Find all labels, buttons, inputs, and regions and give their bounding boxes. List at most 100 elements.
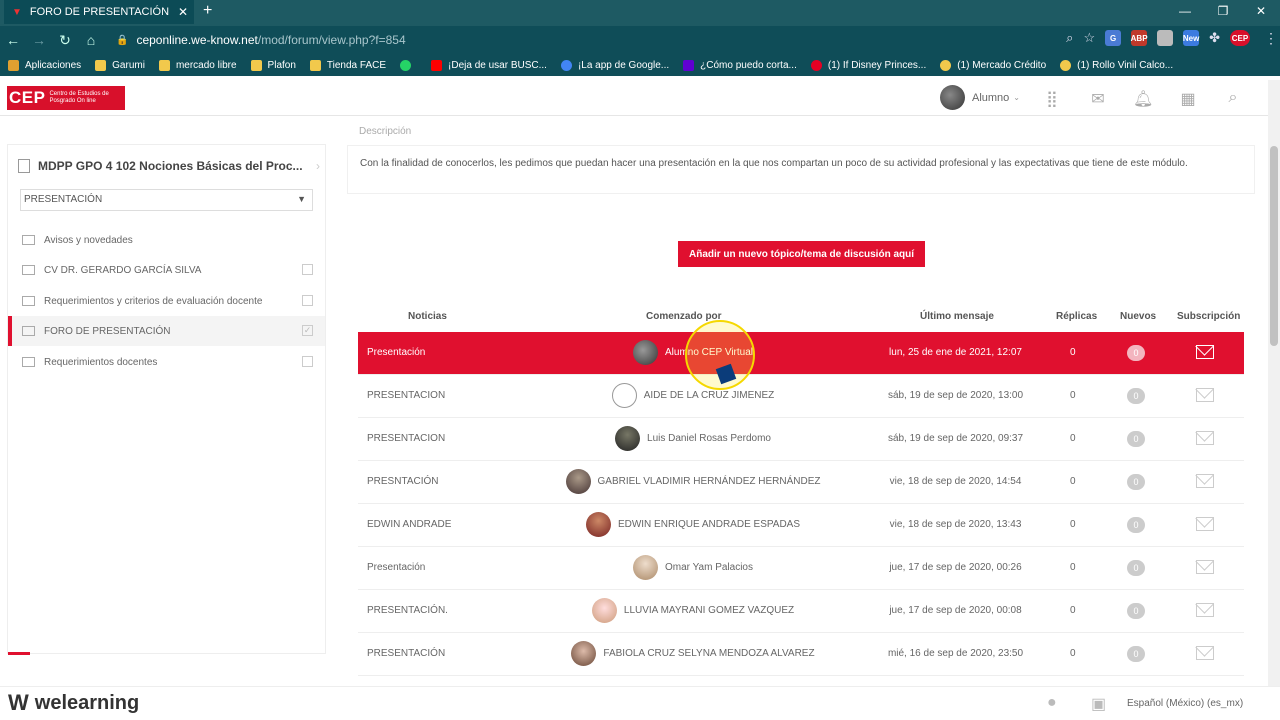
table-row[interactable]: PRESNTACIÓN GABRIEL VLADIMIR HERNÁNDEZ H… <box>358 461 1244 504</box>
translate-icon[interactable]: G <box>1105 30 1122 46</box>
completion-checkbox[interactable]: ✓ <box>302 325 313 336</box>
home-icon[interactable]: ⌂ <box>78 32 104 48</box>
last-post-link[interactable]: lun, 25 de ene de 2021, 12:07 <box>858 347 1053 358</box>
tab-foro[interactable]: ▼ FORO DE PRESENTACIÓN ✕ <box>4 0 194 24</box>
last-post-link[interactable]: vie, 18 de sep de 2020, 13:43 <box>858 519 1053 530</box>
star-icon[interactable]: ☆ <box>1083 30 1095 46</box>
author-cell[interactable]: Alumno CEP Virtual <box>548 340 838 365</box>
new-tab-icon[interactable]: + <box>203 2 212 20</box>
close-window-icon[interactable]: ✕ <box>1242 0 1280 22</box>
bookmark-item[interactable]: Aplicaciones <box>8 59 81 71</box>
bookmark-item[interactable]: ¡La app de Google... <box>560 59 669 71</box>
page-scrollbar[interactable] <box>1268 80 1280 686</box>
author-cell[interactable]: FABIOLA CRUZ SELYNA MENDOZA ALVAREZ <box>548 641 838 666</box>
mail-subscribe-icon[interactable] <box>1196 560 1214 574</box>
adblock-icon[interactable]: ABP <box>1131 30 1148 46</box>
section-select[interactable]: PRESENTACIÓN ▼ <box>20 189 313 211</box>
sidebar-item-requerimientos-criterios[interactable]: Requerimientos y criterios de evaluación… <box>8 286 325 316</box>
last-post-link[interactable]: mié, 16 de sep de 2020, 23:50 <box>858 648 1053 659</box>
sidebar-item-foro[interactable]: FORO DE PRESENTACIÓN ✓ <box>8 316 325 346</box>
bookmark-item[interactable]: (1) Mercado Crédito <box>940 59 1046 71</box>
last-post-link[interactable]: jue, 17 de sep de 2020, 00:26 <box>858 562 1053 573</box>
author-cell[interactable]: EDWIN ENRIQUE ANDRADE ESPADAS <box>548 512 838 537</box>
mail-subscribe-icon[interactable] <box>1196 388 1214 402</box>
completion-checkbox[interactable] <box>302 356 313 367</box>
user-menu[interactable]: Alumno ⌄ <box>940 85 1020 110</box>
author-cell[interactable]: Luis Daniel Rosas Perdomo <box>548 426 838 451</box>
sidebar-item-avisos[interactable]: Avisos y novedades <box>8 225 325 255</box>
language-select[interactable]: Español (México) (es_mx) <box>1127 698 1243 709</box>
topic-link[interactable]: PRESENTACIÓN <box>367 648 445 659</box>
bookmark-item[interactable]: (1) If Disney Princes... <box>810 59 926 71</box>
table-row[interactable]: Presentación Alumno CEP Virtual lun, 25 … <box>358 332 1244 375</box>
completion-checkbox[interactable] <box>302 264 313 275</box>
col-topic[interactable]: Noticias <box>408 311 447 322</box>
mail-subscribe-icon[interactable] <box>1196 431 1214 445</box>
new-extension-icon[interactable]: New <box>1183 30 1199 46</box>
topic-link[interactable]: Presentación <box>367 347 425 358</box>
cep-extension-icon[interactable]: CEP <box>1230 30 1250 46</box>
sidebar-item-requerimientos-docentes[interactable]: Requerimientos docentes <box>8 347 325 377</box>
col-new[interactable]: Nuevos <box>1120 311 1156 322</box>
topic-link[interactable]: Presentación <box>367 562 425 573</box>
bookmark-item[interactable]: Garumi <box>95 59 145 71</box>
last-post-link[interactable]: jue, 17 de sep de 2020, 00:08 <box>858 605 1053 616</box>
extension-grey-icon[interactable] <box>1157 30 1174 46</box>
apps-grid-icon[interactable]: ⣿ <box>1042 89 1062 108</box>
table-row[interactable]: PRESENTACIÓN. LLUVIA MAYRANI GOMEZ VAZQU… <box>358 590 1244 633</box>
maximize-icon[interactable]: ❐ <box>1204 0 1242 22</box>
puzzle-icon[interactable]: ✤ <box>1209 30 1220 46</box>
author-cell[interactable]: Omar Yam Palacios <box>548 555 838 580</box>
topic-link[interactable]: EDWIN ANDRADE <box>367 519 451 530</box>
calendar-icon[interactable]: ▦ <box>1178 89 1198 108</box>
col-last-post[interactable]: Último mensaje <box>920 311 994 322</box>
minimize-icon[interactable]: — <box>1166 0 1204 22</box>
topic-link[interactable]: PRESENTACION <box>367 433 445 444</box>
cep-logo[interactable]: CEP Centro de Estudios de Posgrado On li… <box>7 86 125 110</box>
table-row[interactable]: EDWIN ANDRADE EDWIN ENRIQUE ANDRADE ESPA… <box>358 504 1244 547</box>
table-row[interactable]: Presentación Omar Yam Palacios jue, 17 d… <box>358 547 1244 590</box>
col-subscription[interactable]: Subscripción <box>1177 311 1240 322</box>
mail-subscribe-icon[interactable] <box>1196 345 1214 359</box>
sidebar-item-cv[interactable]: CV DR. GERARDO GARCÍA SILVA <box>8 255 325 285</box>
bookmark-item[interactable]: Plafon <box>250 59 296 71</box>
bookmark-item[interactable]: Tienda FACE <box>309 59 386 71</box>
table-row[interactable]: PRESENTACION AIDE DE LA CRUZ JIMENEZ sáb… <box>358 375 1244 418</box>
android-icon[interactable]: ▣ <box>1091 694 1106 714</box>
add-discussion-button[interactable]: Añadir un nuevo tópico/tema de discusión… <box>678 241 925 267</box>
col-author[interactable]: Comenzado por <box>646 311 722 322</box>
reload-icon[interactable]: ↻ <box>52 32 78 49</box>
bookmark-item[interactable]: ¿Cómo puedo corta... <box>683 59 797 71</box>
mail-subscribe-icon[interactable] <box>1196 517 1214 531</box>
mail-subscribe-icon[interactable] <box>1196 646 1214 660</box>
back-icon[interactable]: ← <box>0 32 26 48</box>
forward-icon[interactable]: → <box>26 32 52 48</box>
col-replies[interactable]: Réplicas <box>1056 311 1097 322</box>
welearning-logo[interactable]: W welearning <box>8 690 139 716</box>
url-field[interactable]: 🔒 ceponline.we-know.net/mod/forum/view.p… <box>116 33 406 47</box>
author-cell[interactable]: AIDE DE LA CRUZ JIMENEZ <box>548 383 838 408</box>
bookmark-item[interactable]: mercado libre <box>158 59 237 71</box>
last-post-link[interactable]: sáb, 19 de sep de 2020, 09:37 <box>858 433 1053 444</box>
topic-link[interactable]: PRESNTACIÓN <box>367 476 439 487</box>
completion-checkbox[interactable] <box>302 295 313 306</box>
zoom-icon[interactable]: ⌕ <box>1066 30 1073 46</box>
topic-link[interactable]: PRESENTACION <box>367 390 445 401</box>
author-cell[interactable]: LLUVIA MAYRANI GOMEZ VAZQUEZ <box>548 598 838 623</box>
search-icon[interactable]: ⌕ <box>1223 89 1243 107</box>
close-tab-icon[interactable]: ✕ <box>178 5 194 19</box>
mail-icon[interactable]: ✉ <box>1088 89 1108 108</box>
last-post-link[interactable]: vie, 18 de sep de 2020, 14:54 <box>858 476 1053 487</box>
bookmark-item[interactable]: ¡Deja de usar BUSC... <box>431 59 547 71</box>
table-row[interactable]: PRESENTACIÓN FABIOLA CRUZ SELYNA MENDOZA… <box>358 633 1244 676</box>
topic-link[interactable]: PRESENTACIÓN. <box>367 605 448 616</box>
mail-subscribe-icon[interactable] <box>1196 603 1214 617</box>
apple-icon[interactable]: ● <box>1047 694 1057 712</box>
author-cell[interactable]: GABRIEL VLADIMIR HERNÁNDEZ HERNÁNDEZ <box>548 469 838 494</box>
mail-subscribe-icon[interactable] <box>1196 474 1214 488</box>
bookmark-item[interactable]: (1) Rollo Vinil Calco... <box>1060 59 1173 71</box>
course-title-row[interactable]: MDPP GPO 4 102 Nociones Básicas del Proc… <box>18 159 320 173</box>
bell-icon[interactable]: 🔔︎ <box>1133 89 1153 108</box>
scrollbar-thumb[interactable] <box>1270 146 1278 346</box>
menu-dots-icon[interactable]: ⋮ <box>1264 30 1278 47</box>
